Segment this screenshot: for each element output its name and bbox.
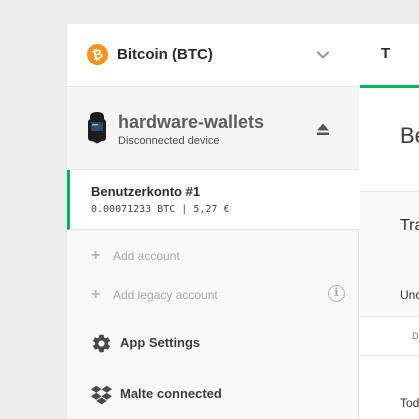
account-item-selected[interactable]: Benutzerkonto #1 0.00071233 BTC | 5,27 € — [67, 170, 359, 230]
tab-active-indicator — [360, 85, 419, 88]
eject-icon[interactable] — [316, 122, 330, 136]
coin-selector[interactable]: ₿ Bitcoin (BTC) — [67, 24, 359, 87]
bitcoin-logo-icon: ₿ — [84, 41, 111, 68]
tab-transactions[interactable]: T — [360, 24, 419, 88]
sidebar: ₿ Bitcoin (BTC) hardware-wallets Disconn… — [67, 24, 359, 419]
app-settings-button[interactable]: App Settings — [67, 322, 359, 366]
section-title: Tra — [400, 217, 419, 234]
dropbox-connection-label: Malte connected — [120, 386, 222, 401]
plus-icon: + — [91, 247, 101, 264]
transactions-section: Tra Unc D — [360, 192, 419, 356]
account-name: Benutzerkonto #1 — [91, 184, 201, 199]
tab-label: T — [381, 45, 391, 62]
trezor-device-icon — [88, 112, 106, 144]
chevron-down-icon[interactable] — [313, 45, 333, 65]
transaction-row[interactable]: D — [360, 316, 419, 356]
gear-icon — [92, 334, 111, 353]
dropbox-connection-button[interactable]: Malte connected — [67, 373, 359, 417]
main-content: T Be Tra Unc D Tod — [360, 24, 419, 419]
device-header[interactable]: hardware-wallets Disconnected device — [67, 88, 359, 170]
transaction-row-text: D — [412, 331, 419, 341]
app-settings-label: App Settings — [120, 335, 201, 350]
section-subheading: Unc — [400, 288, 419, 302]
add-legacy-account-button[interactable]: + Add legacy account i — [67, 276, 359, 314]
date-group-label: Tod — [400, 396, 419, 410]
dropbox-icon — [91, 385, 112, 405]
add-account-label: Add account — [113, 249, 180, 263]
info-icon[interactable]: i — [328, 285, 345, 302]
device-status: Disconnected device — [118, 135, 220, 147]
add-account-button[interactable]: + Add account — [67, 237, 359, 275]
device-name: hardware-wallets — [118, 112, 265, 132]
app-window: ₿ Bitcoin (BTC) hardware-wallets Disconn… — [67, 24, 419, 419]
account-balance: 0.00071233 BTC | 5,27 € — [91, 204, 230, 215]
coin-selector-label: Bitcoin (BTC) — [117, 46, 213, 63]
plus-icon: + — [91, 286, 101, 303]
add-legacy-account-label: Add legacy account — [113, 288, 218, 302]
page-title: Be — [400, 123, 419, 148]
